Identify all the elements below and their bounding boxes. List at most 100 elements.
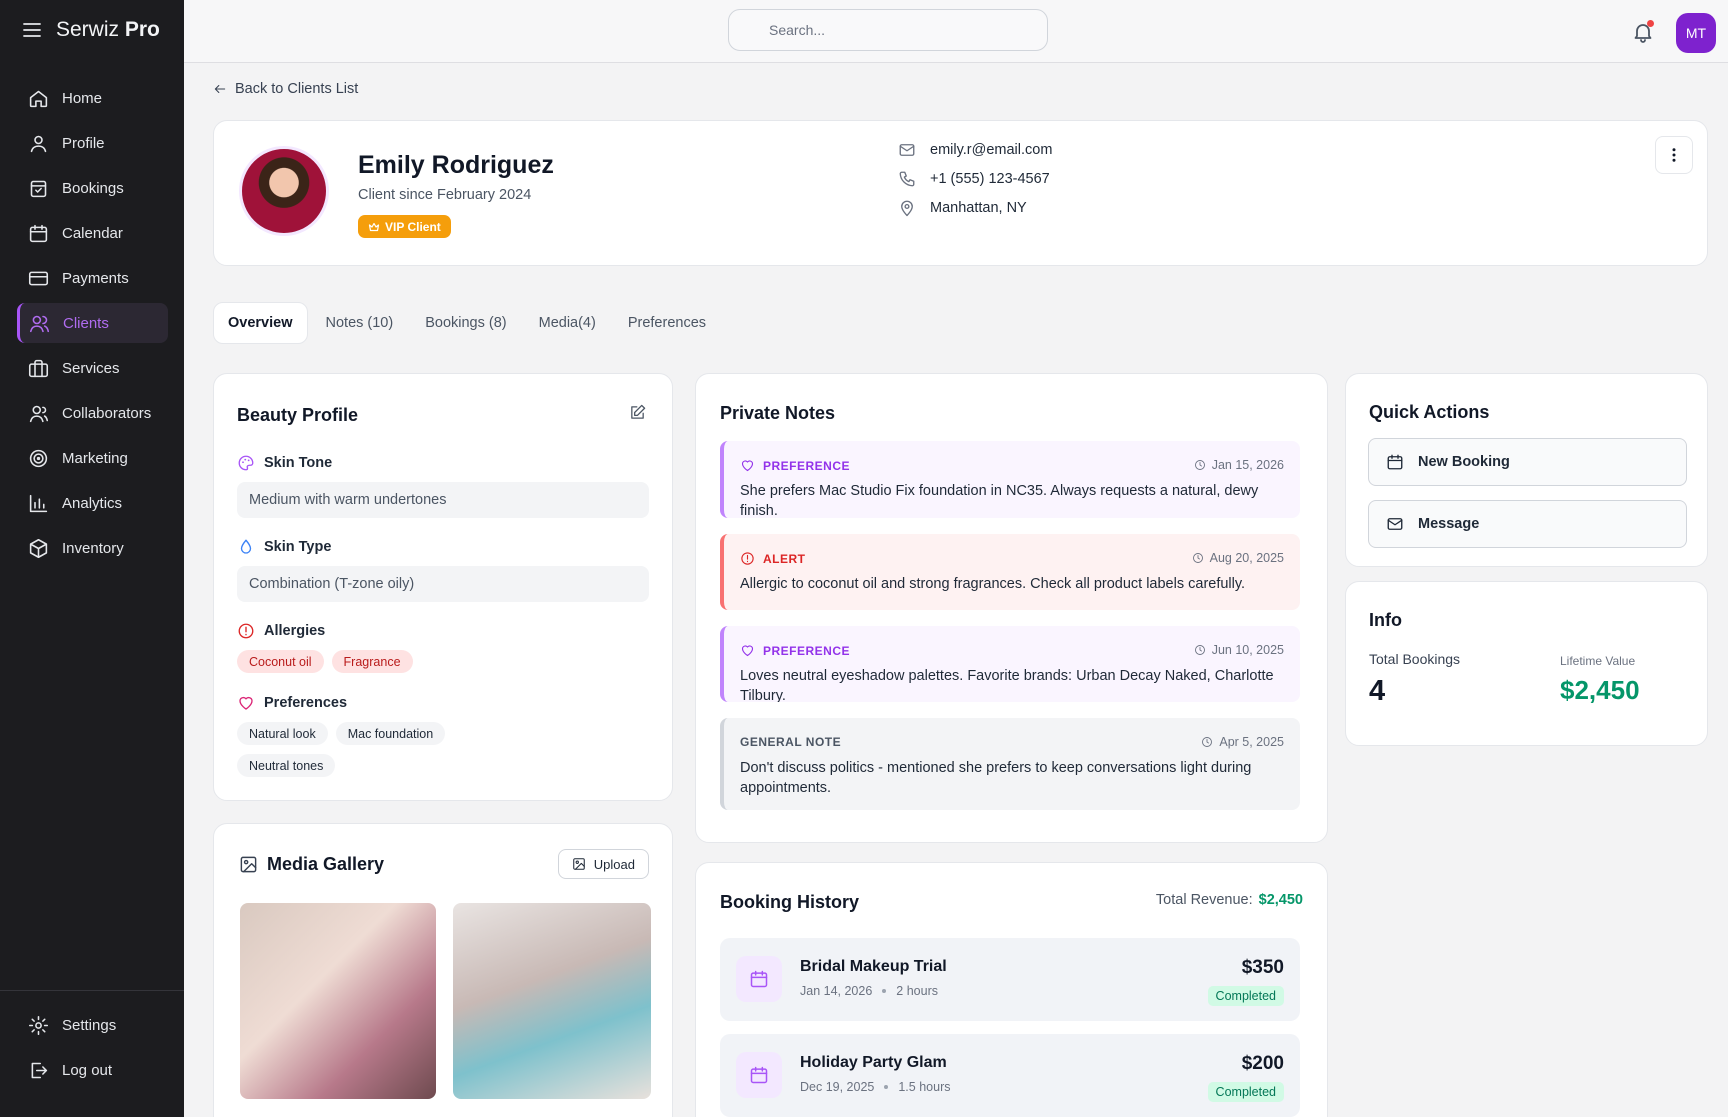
total-revenue-value: $2,450: [1258, 892, 1303, 908]
sidebar-item-profile[interactable]: Profile: [17, 123, 168, 163]
image-icon: [240, 856, 257, 873]
note-type-label: ALERT: [763, 551, 806, 566]
briefcase-icon: [28, 359, 49, 377]
client-email[interactable]: emily.r@email.com: [898, 141, 1052, 159]
sidebar-nav: Home Profile Bookings Calendar Payments …: [17, 78, 168, 573]
skin-tone-heading: Skin Tone: [264, 455, 333, 471]
sidebar-item-label: Calendar: [62, 224, 123, 242]
note-text: Don't discuss politics - mentioned she p…: [740, 760, 1252, 796]
booking-price: $350: [1241, 957, 1284, 978]
client-email-value: emily.r@email.com: [930, 142, 1053, 158]
message-label: Message: [1418, 516, 1480, 532]
note-item[interactable]: GENERAL NOTE Apr 5, 2025 Don't discuss p…: [720, 718, 1300, 810]
private-notes-card: Private Notes PREFERENCE Jan 15, 2026 Sh…: [695, 373, 1328, 843]
client-tabs: Overview Notes (10) Bookings (8) Media(4…: [213, 302, 720, 344]
quick-actions-card: Quick Actions New Booking Message: [1345, 373, 1708, 567]
upload-button[interactable]: Upload: [557, 849, 649, 879]
note-text: She prefers Mac Studio Fix foundation in…: [740, 483, 1259, 519]
booking-item[interactable]: Holiday Party Glam Dec 19, 2025 1.5 hour…: [720, 1034, 1300, 1117]
map-pin-icon: [901, 200, 913, 217]
crown-icon: [368, 222, 380, 231]
tab-overview[interactable]: Overview: [213, 302, 308, 344]
box-icon: [29, 538, 48, 558]
lifetime-value-label: Lifetime Value: [1560, 654, 1636, 668]
topbar: MT: [184, 0, 1728, 63]
sidebar-item-marketing[interactable]: Marketing: [17, 438, 168, 478]
gallery-photo[interactable]: [453, 903, 651, 1099]
booking-item[interactable]: Bridal Makeup Trial Jan 14, 2026 2 hours…: [720, 938, 1300, 1021]
new-booking-label: New Booking: [1418, 454, 1510, 470]
gallery-photo[interactable]: [240, 903, 436, 1099]
total-revenue-label: Total Revenue:: [1155, 892, 1253, 908]
sidebar-item-label: Analytics: [62, 494, 123, 512]
more-options-button[interactable]: [1655, 136, 1693, 174]
client-phone[interactable]: +1 (555) 123-4567: [898, 170, 1050, 188]
allergies-list: Coconut oil Fragrance: [237, 650, 421, 673]
calendar-icon: [29, 224, 48, 242]
booking-duration: 1.5 hours: [898, 1080, 951, 1094]
note-type: GENERAL NOTE: [740, 735, 841, 749]
search-input[interactable]: [728, 9, 1048, 51]
booking-meta: Jan 14, 2026 2 hours: [800, 984, 938, 998]
gear-icon: [28, 1015, 49, 1035]
sidebar-item-label: Marketing: [62, 449, 128, 467]
info-title: Info: [1369, 610, 1402, 630]
message-button[interactable]: Message: [1368, 500, 1687, 548]
tab-preferences[interactable]: Preferences: [614, 302, 720, 344]
user-avatar[interactable]: MT: [1676, 13, 1716, 53]
sidebar-item-analytics[interactable]: Analytics: [17, 483, 168, 523]
note-item[interactable]: ALERT Aug 20, 2025 Allergic to coconut o…: [720, 534, 1300, 610]
note-item[interactable]: PREFERENCE Jun 10, 2025 Loves neutral ey…: [720, 626, 1300, 702]
sidebar-item-settings[interactable]: Settings: [17, 1005, 167, 1045]
booking-status: Completed: [1207, 1082, 1284, 1102]
sidebar-item-collaborators[interactable]: Collaborators: [17, 393, 168, 433]
alert-circle-icon: [741, 552, 754, 565]
clock-icon: [1192, 553, 1203, 563]
phone-icon: [899, 171, 915, 187]
sidebar-item-payments[interactable]: Payments: [17, 258, 168, 298]
edit-icon[interactable]: [629, 404, 646, 421]
users-icon: [29, 315, 50, 332]
note-date-value: Apr 5, 2025: [1219, 735, 1284, 749]
sidebar-item-bookings[interactable]: Bookings: [17, 168, 168, 208]
skin-type-value: Combination (T-zone oily): [237, 566, 649, 602]
more-vertical-icon: [1672, 148, 1676, 162]
tab-media[interactable]: Media(4): [525, 302, 610, 344]
tab-notes[interactable]: Notes (10): [312, 302, 408, 344]
sidebar-item-inventory[interactable]: Inventory: [17, 528, 168, 568]
notifications-button[interactable]: [1631, 20, 1655, 44]
calendar-icon: [1387, 454, 1403, 470]
alert-circle-icon: [238, 623, 254, 639]
sidebar-item-clients[interactable]: Clients: [17, 303, 168, 343]
back-link-label: Back to Clients List: [235, 81, 359, 97]
tab-bookings[interactable]: Bookings (8): [411, 302, 520, 344]
credit-card-icon: [28, 271, 49, 285]
note-item[interactable]: PREFERENCE Jan 15, 2026 She prefers Mac …: [720, 441, 1300, 519]
new-booking-button[interactable]: New Booking: [1368, 438, 1687, 486]
home-icon: [29, 90, 48, 107]
sidebar-item-label: Clients: [63, 314, 109, 332]
allergies-heading: Allergies: [264, 623, 326, 639]
sidebar-item-home[interactable]: Home: [17, 78, 168, 118]
sidebar-item-calendar[interactable]: Calendar: [17, 213, 168, 253]
chart-icon: [29, 494, 48, 512]
sidebar-item-label: Collaborators: [62, 404, 152, 422]
brand: Serwiz Pro: [22, 18, 160, 42]
sidebar-item-services[interactable]: Services: [17, 348, 168, 388]
logout-icon: [31, 1062, 48, 1078]
booking-date: Jan 14, 2026: [800, 984, 873, 998]
bookings-icon: [30, 180, 47, 197]
preferences-heading: Preferences: [264, 695, 348, 711]
back-to-clients-link[interactable]: Back to Clients List: [213, 81, 358, 97]
info-card: Info Total Bookings 4 Lifetime Value $2,…: [1345, 581, 1708, 746]
sidebar-item-logout[interactable]: Log out: [17, 1050, 167, 1090]
sidebar: Serwiz Pro Home Profile Bookings Calenda…: [0, 0, 184, 1117]
skin-tone-label: Skin Tone: [237, 454, 332, 472]
booking-history-title: Booking History: [720, 892, 860, 912]
menu-icon[interactable]: [22, 20, 42, 40]
note-text: Loves neutral eyeshadow palettes. Favori…: [740, 668, 1274, 702]
palette-icon: [238, 455, 254, 471]
skin-type-label: Skin Type: [237, 538, 331, 556]
media-gallery-title: Media Gallery: [267, 854, 385, 874]
booking-status: Completed: [1207, 986, 1284, 1006]
